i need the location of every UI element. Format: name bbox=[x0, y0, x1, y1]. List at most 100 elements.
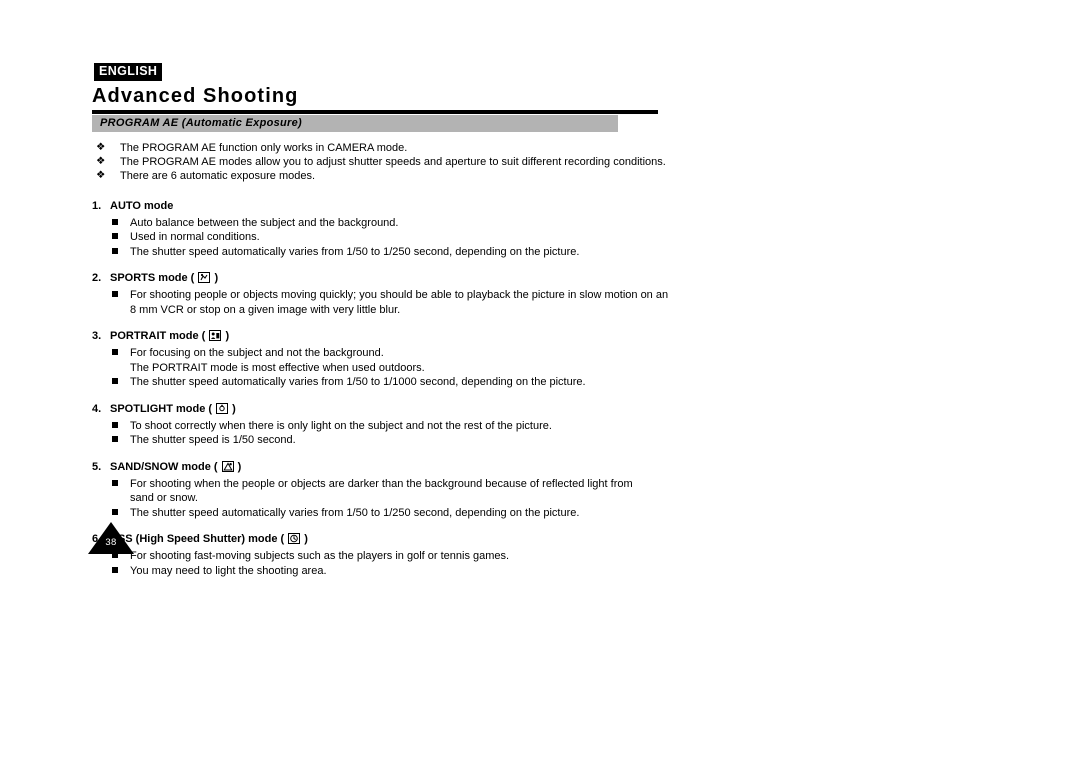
intro-bullet-list: ❖ The PROGRAM AE function only works in C… bbox=[92, 141, 992, 184]
paren-open: ( bbox=[210, 460, 221, 473]
paren-close: ) bbox=[234, 460, 242, 473]
mode-block: 6. HSS (High Speed Shutter) mode ( ) For s… bbox=[92, 532, 992, 578]
diamond-bullet-icon: ❖ bbox=[96, 141, 106, 153]
mode-block: 5. SAND/SNOW mode ( ) For shooting when th… bbox=[92, 460, 992, 521]
mode-name: HSS (High Speed Shutter) mode bbox=[110, 533, 278, 546]
diamond-bullet-icon: ❖ bbox=[96, 155, 106, 168]
content-column: ❖ The PROGRAM AE function only works in C… bbox=[92, 141, 992, 578]
mode-detail-text: The shutter speed automatically varies f… bbox=[130, 506, 580, 519]
document-page: ENGLISH Advanced Shooting PROGRAM AE (Au… bbox=[0, 0, 1080, 763]
mode-name: SAND/SNOW mode bbox=[110, 460, 211, 473]
mode-detail-continuation: The PORTRAIT mode is most effective when… bbox=[130, 361, 425, 374]
mode-detail-text: Used in normal conditions. bbox=[130, 231, 260, 244]
square-bullet-icon bbox=[112, 378, 118, 385]
mode-block: 4. SPOTLIGHT mode ( ) To shoot correctly w… bbox=[92, 402, 992, 448]
mode-block: 3. PORTRAIT mode ( ) For focusing on the s… bbox=[92, 329, 992, 390]
mode-heading: 6. HSS (High Speed Shutter) mode ( ) bbox=[92, 532, 992, 546]
mode-block: 1. AUTO mode Auto balance between the subj… bbox=[92, 199, 992, 260]
page-number-badge: 38 bbox=[88, 522, 134, 554]
page-title: Advanced Shooting bbox=[92, 85, 299, 107]
paren-open: ( bbox=[277, 533, 288, 546]
mode-detail-text: The shutter speed is 1/50 second. bbox=[130, 434, 296, 447]
mode-detail-text: To shoot correctly when there is only li… bbox=[130, 419, 552, 432]
mode-detail-list: For shooting when the people or objects … bbox=[92, 477, 992, 521]
mode-number: 3. bbox=[92, 330, 102, 343]
mode-detail-item: The shutter speed automatically varies f… bbox=[92, 506, 992, 521]
intro-bullet-text: The PROGRAM AE modes allow you to adjust… bbox=[120, 156, 666, 169]
paren-open: ( bbox=[198, 330, 209, 343]
mode-block: 2. SPORTS mode ( ) For shooting people or … bbox=[92, 271, 992, 317]
mode-number: 1. bbox=[92, 199, 102, 212]
mode-name: AUTO mode bbox=[110, 199, 174, 212]
mode-detail-item: Used in normal conditions. bbox=[92, 230, 992, 245]
square-bullet-icon bbox=[112, 421, 118, 428]
intro-bullet-item: ❖ There are 6 automatic exposure modes. bbox=[92, 169, 992, 183]
hss-mode-icon bbox=[288, 533, 301, 545]
mode-detail-item: For shooting when the people or objects … bbox=[92, 477, 992, 492]
mode-list: 1. AUTO mode Auto balance between the subj… bbox=[92, 199, 992, 579]
paren-close: ) bbox=[301, 533, 308, 546]
mode-detail-item: The shutter speed automatically varies f… bbox=[92, 375, 992, 390]
mode-detail-text: For shooting people or objects moving qu… bbox=[130, 289, 669, 302]
square-bullet-icon bbox=[112, 349, 118, 356]
square-bullet-icon bbox=[112, 508, 118, 515]
mode-detail-text: You may need to light the shooting area. bbox=[130, 564, 327, 577]
mode-name: SPORTS mode bbox=[110, 272, 188, 285]
mode-detail-item: To shoot correctly when there is only li… bbox=[92, 419, 992, 434]
square-bullet-icon bbox=[112, 247, 118, 254]
mode-detail-list: For shooting people or objects moving qu… bbox=[92, 288, 992, 317]
intro-bullet-text: There are 6 automatic exposure modes. bbox=[120, 170, 316, 183]
mode-detail-text: Auto balance between the subject and the… bbox=[130, 216, 399, 229]
paren-open: ( bbox=[187, 272, 198, 285]
square-bullet-icon bbox=[112, 566, 118, 573]
mode-heading: 4. SPOTLIGHT mode ( ) bbox=[92, 402, 992, 416]
mode-detail-text: The shutter speed automatically varies f… bbox=[130, 245, 580, 258]
mode-detail-text: For shooting when the people or objects … bbox=[130, 477, 633, 490]
mode-detail-item: The shutter speed automatically varies f… bbox=[92, 245, 992, 260]
section-heading-label: PROGRAM AE (Automatic Exposure) bbox=[100, 117, 303, 129]
mode-detail-item: For shooting fast-moving subjects such a… bbox=[92, 549, 992, 564]
mode-number: 5. bbox=[92, 460, 102, 473]
mode-detail-item: For shooting people or objects moving qu… bbox=[92, 288, 992, 303]
intro-bullet-text: The PROGRAM AE function only works in CA… bbox=[120, 142, 408, 154]
mode-detail-text: For shooting fast-moving subjects such a… bbox=[130, 550, 510, 563]
intro-bullet-item: ❖ The PROGRAM AE modes allow you to adjus… bbox=[92, 155, 992, 169]
mode-detail-text: The shutter speed automatically varies f… bbox=[130, 376, 586, 389]
square-bullet-icon bbox=[112, 291, 118, 298]
mode-detail-list: For shooting fast-moving subjects such a… bbox=[92, 549, 992, 578]
page-number: 38 bbox=[105, 537, 117, 548]
language-tag: ENGLISH bbox=[94, 63, 163, 81]
square-bullet-icon bbox=[112, 218, 118, 225]
mode-heading: 2. SPORTS mode ( ) bbox=[92, 271, 992, 285]
diamond-bullet-icon: ❖ bbox=[96, 169, 106, 182]
mode-detail-continuation: 8 mm VCR or stop on a given image with v… bbox=[130, 303, 401, 316]
mode-detail-item: You may need to light the shooting area. bbox=[92, 564, 992, 579]
paren-close: ) bbox=[222, 330, 230, 343]
sand-snow-mode-icon bbox=[221, 460, 234, 472]
title-divider bbox=[92, 110, 658, 114]
section-heading-bar: PROGRAM AE (Automatic Exposure) bbox=[92, 115, 618, 132]
mode-detail-list: To shoot correctly when there is only li… bbox=[92, 419, 992, 448]
paren-close: ) bbox=[211, 272, 219, 285]
square-bullet-icon bbox=[112, 233, 118, 240]
mode-number: 4. bbox=[92, 402, 102, 415]
paren-close: ) bbox=[229, 402, 236, 415]
mode-detail-list: For focusing on the subject and not the … bbox=[92, 346, 992, 390]
sports-mode-icon bbox=[198, 272, 211, 284]
mode-heading: 3. PORTRAIT mode ( ) bbox=[92, 329, 992, 343]
mode-name: SPOTLIGHT mode bbox=[110, 402, 206, 415]
intro-bullet-item: ❖ The PROGRAM AE function only works in C… bbox=[92, 141, 992, 155]
mode-number: 2. bbox=[92, 272, 102, 285]
mode-detail-item: For focusing on the subject and not the … bbox=[92, 346, 992, 361]
square-bullet-icon bbox=[112, 436, 118, 443]
mode-detail-text: For focusing on the subject and not the … bbox=[130, 347, 384, 360]
portrait-mode-icon bbox=[209, 330, 222, 342]
square-bullet-icon bbox=[112, 479, 118, 486]
spotlight-mode-icon bbox=[216, 402, 229, 414]
mode-detail-list: Auto balance between the subject and the… bbox=[92, 216, 992, 260]
mode-heading: 5. SAND/SNOW mode ( ) bbox=[92, 460, 992, 474]
mode-detail-continuation: sand or snow. bbox=[130, 492, 198, 505]
mode-name: PORTRAIT mode bbox=[110, 330, 199, 343]
mode-heading: 1. AUTO mode bbox=[92, 199, 992, 213]
paren-open: ( bbox=[205, 402, 216, 415]
